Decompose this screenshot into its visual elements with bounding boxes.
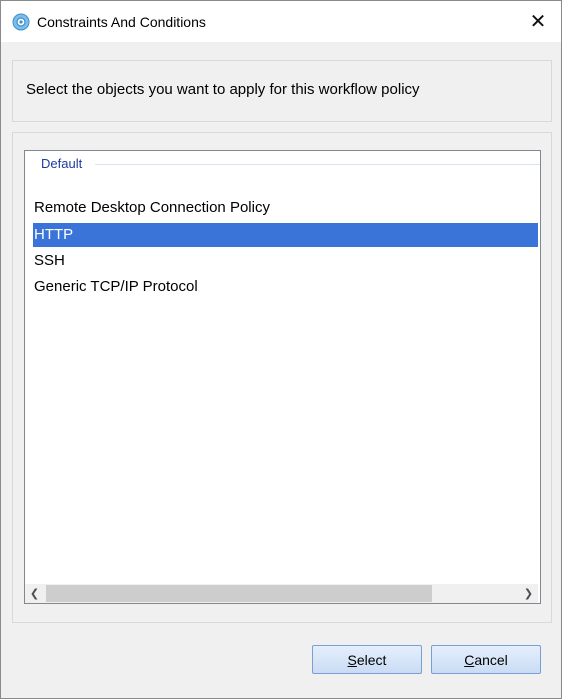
dialog-window: Constraints And Conditions ✕ Select the …: [0, 0, 562, 699]
list-item[interactable]: HTTP: [33, 223, 538, 247]
list-item[interactable]: Generic TCP/IP Protocol: [25, 275, 538, 299]
select-button[interactable]: Select: [312, 645, 422, 674]
window-title: Constraints And Conditions: [37, 14, 206, 30]
list-item[interactable]: Remote Desktop Connection Policy: [25, 196, 538, 220]
cancel-label-rest: ancel: [474, 651, 508, 668]
group-header-default: Default: [41, 156, 83, 171]
objects-listbox[interactable]: Default Remote Desktop Connection Policy…: [24, 150, 541, 604]
scroll-right-button[interactable]: ❯: [519, 584, 538, 603]
gear-icon: [12, 13, 30, 31]
list-item[interactable]: SSH: [25, 249, 538, 273]
instruction-text: Select the objects you want to apply for…: [26, 81, 420, 98]
scroll-left-button[interactable]: ❮: [25, 584, 44, 603]
horizontal-scrollbar[interactable]: ❮ ❯: [25, 584, 538, 603]
list-panel: Default Remote Desktop Connection Policy…: [12, 132, 552, 623]
close-icon: ✕: [529, 11, 547, 33]
select-label-rest: elect: [356, 651, 387, 668]
chevron-left-icon: ❮: [29, 588, 40, 600]
cancel-mnemonic: C: [464, 651, 475, 668]
scroll-thumb[interactable]: [46, 585, 432, 602]
group-divider: [95, 164, 540, 165]
chevron-right-icon: ❯: [523, 588, 534, 600]
title-bar: Constraints And Conditions ✕: [1, 1, 561, 42]
cancel-button[interactable]: Cancel: [431, 645, 541, 674]
close-button[interactable]: ✕: [515, 1, 561, 42]
instruction-panel: Select the objects you want to apply for…: [12, 60, 552, 122]
select-mnemonic: S: [347, 651, 357, 668]
